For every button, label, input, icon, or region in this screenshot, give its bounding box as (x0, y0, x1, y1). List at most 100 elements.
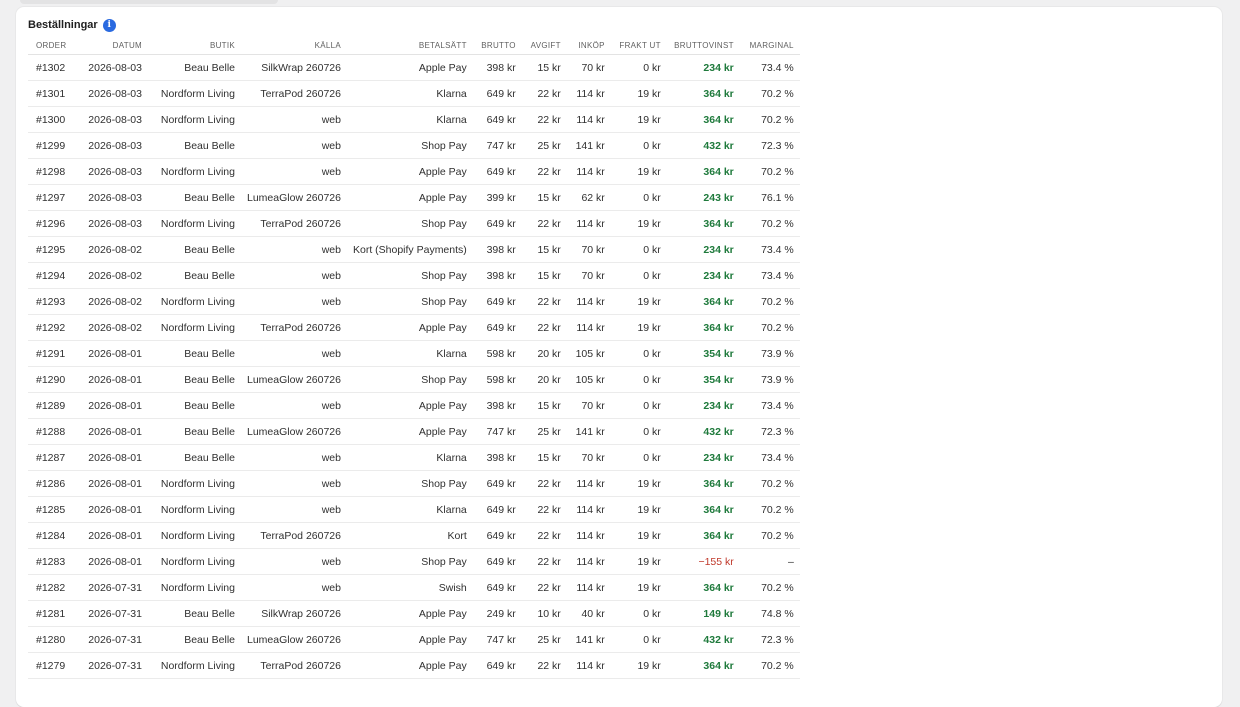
purchase-cost-cell: 114 kr (566, 106, 611, 133)
order-cell: #1294 (28, 262, 80, 289)
order-cell: #1281 (28, 600, 80, 627)
shipping-cell: 19 kr (610, 470, 667, 497)
table-row[interactable]: #1293 2026-08-02 Nordform Living web Shop Pa… (28, 288, 800, 315)
table-row[interactable]: #1300 2026-08-03 Nordform Living web Klarna 6… (28, 106, 800, 133)
store-cell: Nordform Living (148, 314, 241, 341)
table-row[interactable]: #1295 2026-08-02 Beau Belle web Kort (Shopif… (28, 236, 800, 263)
fee-cell: 20 kr (521, 340, 567, 367)
margin-cell: 73.4 % (739, 54, 800, 81)
order-cell: #1293 (28, 288, 80, 315)
store-cell: Beau Belle (148, 262, 241, 289)
shipping-cell: 19 kr (610, 574, 667, 601)
header-datum[interactable]: DATUM (80, 37, 148, 55)
date-cell: 2026-08-01 (80, 548, 148, 575)
order-cell: #1296 (28, 210, 80, 237)
table-row[interactable]: #1296 2026-08-03 Nordform Living TerraPod 2… (28, 210, 800, 237)
fee-cell: 15 kr (521, 236, 567, 263)
gross-profit-cell: 364 kr (666, 314, 740, 341)
source-cell: TerraPod 260726 (241, 652, 347, 679)
gross-profit-cell: 364 kr (666, 106, 740, 133)
gross-cell: 649 kr (472, 288, 522, 315)
fee-cell: 22 kr (521, 80, 567, 107)
table-row[interactable]: #1285 2026-08-01 Nordform Living web Klarna 6… (28, 496, 800, 523)
store-cell: Beau Belle (148, 54, 241, 81)
header-bruttovinst[interactable]: BRUTTOVINST (666, 37, 740, 55)
gross-profit-cell: 364 kr (666, 574, 740, 601)
header-betalsatt[interactable]: BETALSÄTT (346, 37, 473, 55)
table-row[interactable]: #1281 2026-07-31 Beau Belle SilkWrap 260726… (28, 600, 800, 627)
header-butik[interactable]: BUTIK (148, 37, 241, 55)
table-row[interactable]: #1282 2026-07-31 Nordform Living web Swish 64… (28, 574, 800, 601)
table-row[interactable]: #1298 2026-08-03 Nordform Living web Apple P… (28, 158, 800, 185)
shipping-cell: 0 kr (610, 392, 667, 419)
table-row[interactable]: #1292 2026-08-02 Nordform Living TerraPod 2… (28, 314, 800, 341)
fee-cell: 22 kr (521, 548, 567, 575)
table-row[interactable]: #1301 2026-08-03 Nordform Living TerraPod 2… (28, 80, 800, 107)
table-row[interactable]: #1294 2026-08-02 Beau Belle web Shop Pay 398 … (28, 262, 800, 289)
payment-method-cell: Shop Pay (346, 262, 473, 289)
payment-method-cell: Klarna (346, 106, 473, 133)
purchase-cost-cell: 114 kr (566, 80, 611, 107)
shipping-cell: 19 kr (610, 522, 667, 549)
shipping-cell: 19 kr (610, 314, 667, 341)
header-kalla[interactable]: KÄLLA (241, 37, 347, 55)
table-row[interactable]: #1283 2026-08-01 Nordform Living web Shop Pa… (28, 548, 800, 575)
table-row[interactable]: #1289 2026-08-01 Beau Belle web Apple Pay 398… (28, 392, 800, 419)
store-cell: Beau Belle (148, 184, 241, 211)
header-brutto[interactable]: BRUTTO (472, 37, 522, 55)
gross-cell: 649 kr (472, 574, 522, 601)
info-icon[interactable]: i (102, 18, 116, 32)
fee-cell: 15 kr (521, 392, 567, 419)
order-cell: #1286 (28, 470, 80, 497)
order-cell: #1289 (28, 392, 80, 419)
gross-profit-cell: 234 kr (666, 392, 740, 419)
store-cell: Beau Belle (148, 392, 241, 419)
margin-cell: 73.4 % (739, 236, 800, 263)
table-body: #1302 2026-08-03 Beau Belle SilkWrap 260726… (28, 54, 800, 679)
table-row[interactable]: #1287 2026-08-01 Beau Belle web Klarna 398 kr… (28, 444, 800, 471)
gross-profit-cell: 364 kr (666, 652, 740, 679)
header-inkop[interactable]: INKÖP (566, 37, 611, 55)
payment-method-cell: Klarna (346, 340, 473, 367)
order-cell: #1299 (28, 132, 80, 159)
margin-cell: 72.3 % (739, 418, 800, 445)
table-row[interactable]: #1299 2026-08-03 Beau Belle web Shop Pay 747 … (28, 132, 800, 159)
table-row[interactable]: #1286 2026-08-01 Nordform Living web Shop Pa… (28, 470, 800, 497)
margin-cell: 73.4 % (739, 392, 800, 419)
fee-cell: 22 kr (521, 210, 567, 237)
margin-cell: 72.3 % (739, 132, 800, 159)
table-row[interactable]: #1279 2026-07-31 Nordform Living TerraPod 2… (28, 652, 800, 679)
table-row[interactable]: #1290 2026-08-01 Beau Belle LumeaGlow 26072… (28, 366, 800, 393)
shipping-cell: 19 kr (610, 548, 667, 575)
purchase-cost-cell: 114 kr (566, 210, 611, 237)
top-strip (20, 0, 278, 4)
store-cell: Beau Belle (148, 444, 241, 471)
gross-cell: 649 kr (472, 158, 522, 185)
orders-table: ORDER DATUM BUTIK KÄLLA BETALSÄTT BRUTTO… (28, 37, 800, 679)
table-row[interactable]: #1280 2026-07-31 Beau Belle LumeaGlow 26072… (28, 626, 800, 653)
shipping-cell: 0 kr (610, 262, 667, 289)
purchase-cost-cell: 114 kr (566, 574, 611, 601)
header-order[interactable]: ORDER (28, 37, 80, 55)
shipping-cell: 0 kr (610, 444, 667, 471)
gross-cell: 747 kr (472, 418, 522, 445)
table-row[interactable]: #1302 2026-08-03 Beau Belle SilkWrap 260726… (28, 54, 800, 81)
gross-profit-cell: 432 kr (666, 418, 740, 445)
gross-profit-cell: 364 kr (666, 210, 740, 237)
date-cell: 2026-08-03 (80, 132, 148, 159)
table-row[interactable]: #1291 2026-08-01 Beau Belle web Klarna 598 kr… (28, 340, 800, 367)
header-frakt-ut[interactable]: FRAKT UT (610, 37, 667, 55)
header-avgift[interactable]: AVGIFT (521, 37, 567, 55)
header-marginal[interactable]: MARGINAL (739, 37, 800, 55)
purchase-cost-cell: 40 kr (566, 600, 611, 627)
order-cell: #1282 (28, 574, 80, 601)
source-cell: TerraPod 260726 (241, 210, 347, 237)
margin-cell: 70.2 % (739, 210, 800, 237)
order-cell: #1301 (28, 80, 80, 107)
table-row[interactable]: #1288 2026-08-01 Beau Belle LumeaGlow 26072… (28, 418, 800, 445)
table-row[interactable]: #1297 2026-08-03 Beau Belle LumeaGlow 26072… (28, 184, 800, 211)
payment-method-cell: Apple Pay (346, 158, 473, 185)
table-row[interactable]: #1284 2026-08-01 Nordform Living TerraPod 2… (28, 522, 800, 549)
gross-cell: 598 kr (472, 366, 522, 393)
store-cell: Beau Belle (148, 626, 241, 653)
